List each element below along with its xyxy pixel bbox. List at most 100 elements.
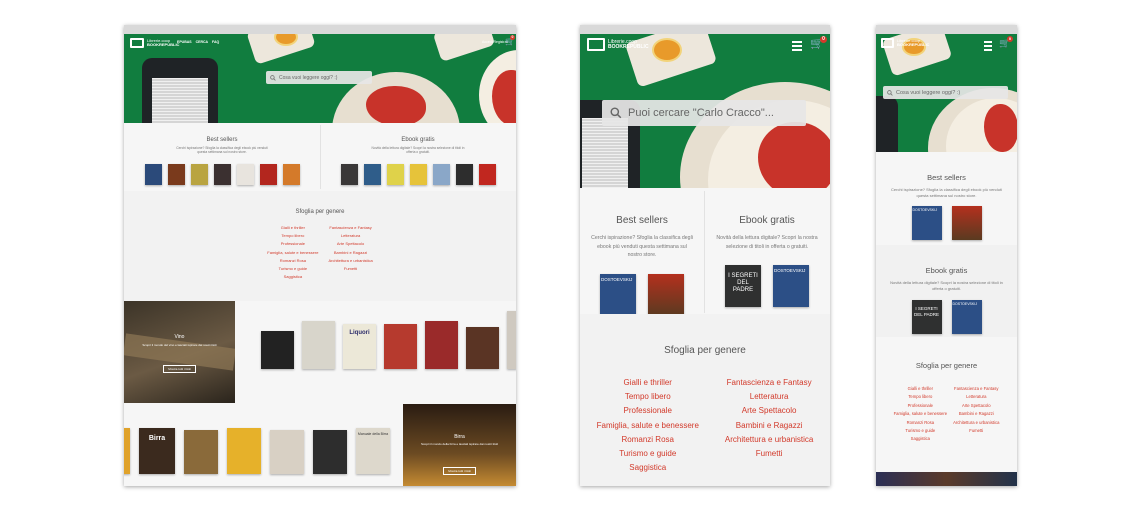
book-cover[interactable]: DOSTOEVSKIJ xyxy=(773,265,809,307)
genre-link[interactable]: Arte Spettacolo xyxy=(328,240,372,248)
genre-link[interactable]: Turismo e guide xyxy=(894,427,948,435)
book-cover[interactable] xyxy=(282,164,300,186)
nav-item[interactable]: CERCA xyxy=(196,40,208,44)
search-input[interactable]: Puoi cercare "Carlo Cracco"... xyxy=(602,100,806,126)
menu-icon[interactable] xyxy=(984,41,992,53)
book-cover[interactable]: I SEGRETI DEL PADRE xyxy=(911,300,942,334)
genre-link[interactable]: Bambini e Ragazzi xyxy=(953,410,999,418)
genre-link[interactable]: Fantascienza e Fantasy xyxy=(328,224,372,232)
genre-link[interactable]: Fumetti xyxy=(725,447,814,461)
genre-link[interactable]: Letteratura xyxy=(725,390,814,404)
genre-link[interactable]: Gialli e thriller xyxy=(267,224,318,232)
ebookgratis-title: Ebook gratis xyxy=(925,266,968,275)
genre-link[interactable]: Letteratura xyxy=(328,232,372,240)
genre-link[interactable]: Gialli e thriller xyxy=(894,385,948,393)
book-cover[interactable] xyxy=(432,164,450,186)
book-cover[interactable] xyxy=(167,164,185,186)
genre-link[interactable]: Tempo libero xyxy=(894,393,948,401)
book-cover[interactable] xyxy=(190,164,208,186)
search-placeholder: Puoi cercare "Carlo Cracco"... xyxy=(628,107,774,119)
book-cover[interactable] xyxy=(455,164,473,186)
nav-item[interactable]: FAQ xyxy=(212,40,219,44)
book-cover[interactable] xyxy=(363,164,381,186)
genre-link[interactable]: Fantascienza e Fantasy xyxy=(953,385,999,393)
book-cover[interactable] xyxy=(507,311,516,369)
genre-link[interactable]: Fumetti xyxy=(328,265,372,273)
genre-link[interactable]: Professionale xyxy=(894,402,948,410)
genre-link[interactable]: Fantascienza e Fantasy xyxy=(725,376,814,390)
book-cover[interactable] xyxy=(184,430,218,474)
genre-link[interactable]: Professionale xyxy=(267,240,318,248)
book-cover[interactable] xyxy=(648,273,684,316)
genre-link[interactable]: Romanzi Rosa xyxy=(597,433,699,447)
book-cover[interactable] xyxy=(384,324,417,369)
genre-link[interactable]: Romanzi Rosa xyxy=(894,419,948,427)
logo[interactable]: Librerie.coop BOOKREPUBLIC xyxy=(130,38,179,48)
genre-link[interactable]: Gialli e thriller xyxy=(597,376,699,390)
ebookgratis-section: Ebook gratis Novità della lettura digita… xyxy=(320,123,516,191)
genre-link[interactable]: Famiglia, salute e benessere xyxy=(894,410,948,418)
book-cover[interactable]: DOSTOEVSKIJ xyxy=(600,273,636,316)
logo[interactable]: Librerie.coop BOOKREPUBLIC xyxy=(587,38,649,51)
genre-link[interactable]: Romanzi Rosa xyxy=(267,257,318,265)
nav-item[interactable]: EPUBAS xyxy=(177,40,192,44)
book-cover[interactable] xyxy=(270,430,304,474)
book-cover[interactable] xyxy=(227,428,261,474)
genre-link[interactable]: Letteratura xyxy=(953,393,999,401)
book-cover[interactable] xyxy=(144,164,162,186)
genre-link[interactable]: Famiglia, salute e benessere xyxy=(597,419,699,433)
genre-link[interactable]: Famiglia, salute e benessere xyxy=(267,249,318,257)
birra-card[interactable]: Birra Scopri il mondo della birra e lasc… xyxy=(403,404,516,486)
book-cover[interactable] xyxy=(340,164,358,186)
book-cover[interactable] xyxy=(261,331,294,369)
genre-link[interactable]: Saggistica xyxy=(267,273,318,281)
birra-button[interactable]: Mostra tutti i titoli xyxy=(443,467,476,475)
book-cover[interactable]: Liquori xyxy=(343,324,376,369)
book-cover[interactable] xyxy=(313,430,347,474)
genre-link[interactable]: Saggistica xyxy=(894,435,948,443)
genre-link[interactable]: Tempo libero xyxy=(597,390,699,404)
search-input[interactable]: Cosa vuoi leggere oggi? :) xyxy=(266,71,372,84)
ebookgratis-desc: Novità della lettura digitale? Scopri la… xyxy=(371,146,465,155)
hero-sauce xyxy=(758,122,830,188)
book-cover[interactable] xyxy=(259,164,277,186)
genre-link[interactable]: Architettura e urbanistica xyxy=(953,419,999,427)
vino-button[interactable]: Mostra tutti i titoli xyxy=(163,365,196,373)
genres-section: Sfoglia per genere Gialli e thriller Tem… xyxy=(124,191,516,301)
book-cover[interactable] xyxy=(213,164,231,186)
book-cover[interactable]: I SEGRETI DEL PADRE xyxy=(725,265,761,307)
genres-title: Sfoglia per genere xyxy=(295,209,345,215)
book-cover[interactable] xyxy=(425,321,458,369)
genre-link[interactable]: Arte Spettacolo xyxy=(953,402,999,410)
book-cover[interactable] xyxy=(124,428,130,474)
genre-link[interactable]: Saggistica xyxy=(597,461,699,475)
book-cover[interactable] xyxy=(478,164,496,186)
search-input[interactable]: Cosa vuoi leggere oggi? :) xyxy=(883,86,1008,99)
book-cover[interactable]: Birra xyxy=(139,428,175,474)
bestsellers-section: Best sellers Cerchi ispirazione? Sfoglia… xyxy=(124,123,320,191)
logo[interactable]: Librerie.coop BOOKREPUBLIC xyxy=(881,38,929,48)
book-cover[interactable] xyxy=(466,327,499,369)
genre-link[interactable]: Architettura e urbanistica xyxy=(328,257,372,265)
genre-link[interactable]: Bambini e Ragazzi xyxy=(328,249,372,257)
genre-link[interactable]: Professionale xyxy=(597,404,699,418)
book-cover[interactable]: DOSTOEVSKIJ xyxy=(911,206,942,240)
hero-ereader xyxy=(142,58,218,123)
book-cover[interactable] xyxy=(951,206,982,240)
book-cover[interactable] xyxy=(386,164,404,186)
genre-link[interactable]: Arte Spettacolo xyxy=(725,404,814,418)
genre-link[interactable]: Turismo e guide xyxy=(597,447,699,461)
book-cover[interactable] xyxy=(236,164,254,186)
genre-link[interactable]: Tempo libero xyxy=(267,232,318,240)
genre-link[interactable]: Architettura e urbanistica xyxy=(725,433,814,447)
genre-link[interactable]: Bambini e Ragazzi xyxy=(725,419,814,433)
book-cover[interactable]: DOSTOEVSKIJ xyxy=(951,300,982,334)
book-cover[interactable] xyxy=(302,321,335,369)
browser-bar xyxy=(124,25,516,34)
vino-card[interactable]: Vino Scopri il mondo del vino e lasciati… xyxy=(124,301,235,403)
genre-link[interactable]: Turismo e guide xyxy=(267,265,318,273)
book-cover[interactable] xyxy=(409,164,427,186)
book-cover[interactable]: Manuale della Birra xyxy=(356,428,390,474)
genre-link[interactable]: Fumetti xyxy=(953,427,999,435)
menu-icon[interactable] xyxy=(792,41,802,53)
